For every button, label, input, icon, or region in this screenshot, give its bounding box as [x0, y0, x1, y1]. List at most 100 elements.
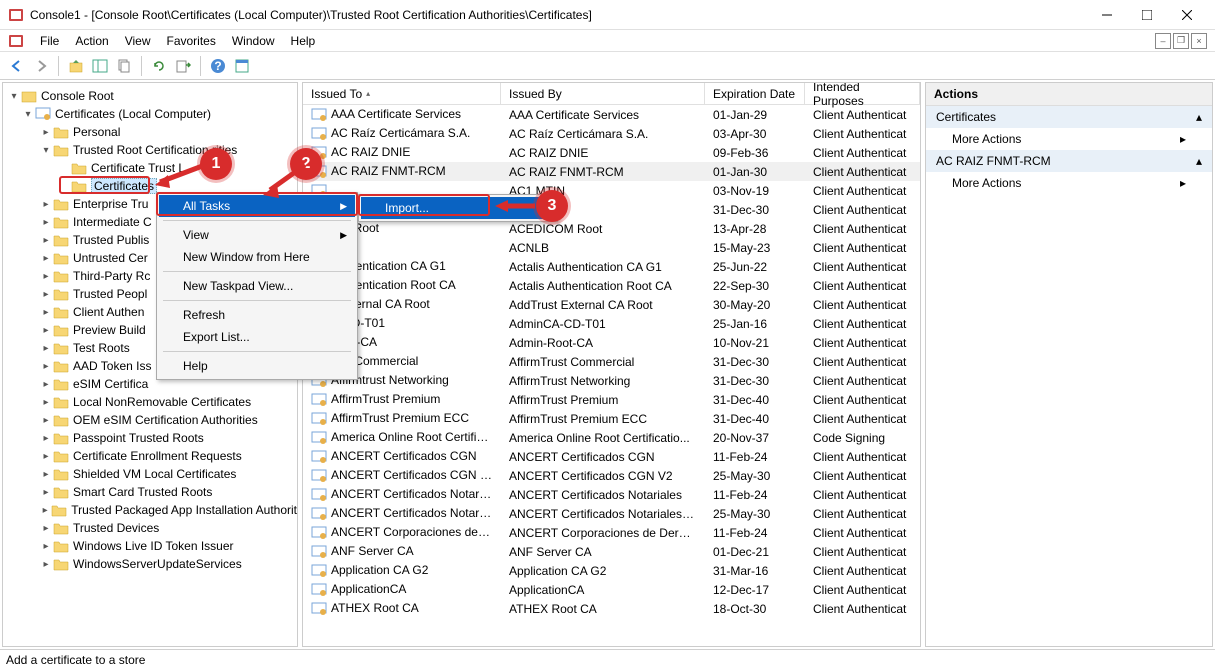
context-item[interactable]: Export List...: [159, 326, 355, 348]
menu-file[interactable]: File: [32, 32, 67, 50]
menu-favorites[interactable]: Favorites: [159, 32, 224, 50]
expand-icon[interactable]: ▸: [39, 127, 53, 138]
context-item[interactable]: New Taskpad View...: [159, 275, 355, 297]
context-item-import[interactable]: Import...: [361, 197, 555, 219]
expand-icon[interactable]: ▸: [39, 307, 53, 318]
column-expiration[interactable]: Expiration Date: [705, 83, 805, 104]
context-item[interactable]: All Tasks▶: [159, 195, 355, 217]
list-row[interactable]: Affirmtrust NetworkingAffirmTrust Networ…: [303, 371, 920, 390]
list-row[interactable]: America Online Root Certificati...Americ…: [303, 428, 920, 447]
list-row[interactable]: ATHEX Root CAATHEX Root CA18-Oct-30Clien…: [303, 599, 920, 618]
tree-item[interactable]: Certificate Trust L: [3, 159, 297, 177]
expand-icon[interactable]: ▸: [39, 469, 53, 480]
actions-more-selected[interactable]: More Actions ▸: [926, 172, 1212, 194]
expand-icon[interactable]: ▸: [39, 451, 53, 462]
column-issued-to[interactable]: Issued To▴: [303, 83, 501, 104]
list-row[interactable]: Authentication CA G1Actalis Authenticati…: [303, 257, 920, 276]
list-row[interactable]: Authentication Root CAActalis Authentica…: [303, 276, 920, 295]
list-row[interactable]: A-CD-T01AdminCA-CD-T0125-Jan-16Client Au…: [303, 314, 920, 333]
tree-item[interactable]: ▾Trusted Root Certification rities: [3, 141, 297, 159]
context-item[interactable]: View▶: [159, 224, 355, 246]
list-row[interactable]: AC RAIZ FNMT-RCMAC RAIZ FNMT-RCM01-Jan-3…: [303, 162, 920, 181]
list-row[interactable]: AffirmTrust PremiumAffirmTrust Premium31…: [303, 390, 920, 409]
column-purposes[interactable]: Intended Purposes: [805, 83, 920, 104]
mdi-close-button[interactable]: ×: [1191, 33, 1207, 49]
context-item[interactable]: Help: [159, 355, 355, 377]
back-button[interactable]: [6, 55, 28, 77]
context-item[interactable]: Refresh: [159, 304, 355, 326]
tree-item[interactable]: ▸Smart Card Trusted Roots: [3, 483, 297, 501]
list-row[interactable]: t External CA RootAddTrust External CA R…: [303, 295, 920, 314]
actions-more-certificates[interactable]: More Actions ▸: [926, 128, 1212, 150]
expand-icon[interactable]: ▸: [39, 325, 53, 336]
help-button[interactable]: ?: [207, 55, 229, 77]
expand-icon[interactable]: ▸: [39, 235, 53, 246]
list-row[interactable]: AC Raíz Certicámara S.A.AC Raíz Certicám…: [303, 124, 920, 143]
list-row[interactable]: rust CommercialAffirmTrust Commercial31-…: [303, 352, 920, 371]
expand-icon[interactable]: ▾: [39, 145, 53, 156]
minimize-button[interactable]: [1087, 1, 1127, 29]
expand-icon[interactable]: ▸: [39, 505, 51, 516]
tree-item[interactable]: ▸Passpoint Trusted Roots: [3, 429, 297, 447]
list-row[interactable]: AffirmTrust Premium ECCAffirmTrust Premi…: [303, 409, 920, 428]
mdi-minimize-button[interactable]: –: [1155, 33, 1171, 49]
tree-item[interactable]: ▸Personal: [3, 123, 297, 141]
expand-icon[interactable]: ▸: [39, 397, 53, 408]
list-row[interactable]: AC RAIZ DNIEAC RAIZ DNIE09-Feb-36Client …: [303, 143, 920, 162]
list-row[interactable]: Root-CAAdmin-Root-CA10-Nov-21Client Auth…: [303, 333, 920, 352]
expand-icon[interactable]: ▸: [39, 487, 53, 498]
actions-section-selected-cert[interactable]: AC RAIZ FNMT-RCM ▴: [926, 150, 1212, 172]
expand-icon[interactable]: ▸: [39, 541, 53, 552]
properties-button[interactable]: [231, 55, 253, 77]
menu-window[interactable]: Window: [224, 32, 283, 50]
column-issued-by[interactable]: Issued By: [501, 83, 705, 104]
list-row[interactable]: ANCERT Certificados NotarialesANCERT Cer…: [303, 485, 920, 504]
expand-icon[interactable]: ▸: [39, 433, 53, 444]
tree-item[interactable]: ▸Trusted Packaged App Installation Autho…: [3, 501, 297, 519]
tree-item[interactable]: ▸Local NonRemovable Certificates: [3, 393, 297, 411]
list-row[interactable]: ANF Server CAANF Server CA01-Dec-21Clien…: [303, 542, 920, 561]
expand-icon[interactable]: ▸: [39, 361, 53, 372]
list-row[interactable]: Application CA G2Application CA G231-Mar…: [303, 561, 920, 580]
list-row[interactable]: ApplicationCAApplicationCA12-Dec-17Clien…: [303, 580, 920, 599]
maximize-button[interactable]: [1127, 1, 1167, 29]
tree-item[interactable]: ▸Trusted Devices: [3, 519, 297, 537]
list-row[interactable]: ANCERT Certificados CGN V2ANCERT Certifi…: [303, 466, 920, 485]
collapse-icon[interactable]: ▾: [7, 91, 21, 102]
export-button[interactable]: [172, 55, 194, 77]
expand-icon[interactable]: ▸: [39, 217, 53, 228]
expand-icon[interactable]: ▸: [39, 379, 53, 390]
expand-icon[interactable]: ▸: [39, 199, 53, 210]
expand-icon[interactable]: ▸: [39, 343, 53, 354]
menu-action[interactable]: Action: [67, 32, 116, 50]
collapse-icon[interactable]: ▾: [21, 109, 35, 120]
show-hide-tree-button[interactable]: [89, 55, 111, 77]
up-button[interactable]: [65, 55, 87, 77]
expand-icon[interactable]: ▸: [39, 415, 53, 426]
list-body[interactable]: AAA Certificate ServicesAAA Certificate …: [303, 105, 920, 646]
menu-view[interactable]: View: [117, 32, 159, 50]
expand-icon[interactable]: ▸: [39, 253, 53, 264]
copy-button[interactable]: [113, 55, 135, 77]
tree-item[interactable]: ▸WindowsServerUpdateServices: [3, 555, 297, 573]
list-row[interactable]: AAA Certificate ServicesAAA Certificate …: [303, 105, 920, 124]
menu-help[interactable]: Help: [283, 32, 324, 50]
list-row[interactable]: ACNLB15-May-23Client Authenticat: [303, 238, 920, 257]
expand-icon[interactable]: ▸: [39, 523, 53, 534]
mdi-restore-button[interactable]: ❐: [1173, 33, 1189, 49]
tree-console-root[interactable]: ▾ Console Root: [3, 87, 297, 105]
tree-item[interactable]: ▸Windows Live ID Token Issuer: [3, 537, 297, 555]
context-item[interactable]: New Window from Here: [159, 246, 355, 268]
forward-button[interactable]: [30, 55, 52, 77]
expand-icon[interactable]: ▸: [39, 289, 53, 300]
list-row[interactable]: ANCERT Corporaciones de Dere...ANCERT Co…: [303, 523, 920, 542]
actions-section-certificates[interactable]: Certificates ▴: [926, 106, 1212, 128]
close-button[interactable]: [1167, 1, 1207, 29]
refresh-button[interactable]: [148, 55, 170, 77]
tree-item[interactable]: ▸Certificate Enrollment Requests: [3, 447, 297, 465]
expand-icon[interactable]: ▸: [39, 271, 53, 282]
tree-item[interactable]: ▸OEM eSIM Certification Authorities: [3, 411, 297, 429]
list-row[interactable]: ANCERT Certificados Notariale...ANCERT C…: [303, 504, 920, 523]
list-row[interactable]: ANCERT Certificados CGNANCERT Certificad…: [303, 447, 920, 466]
expand-icon[interactable]: ▸: [39, 559, 53, 570]
